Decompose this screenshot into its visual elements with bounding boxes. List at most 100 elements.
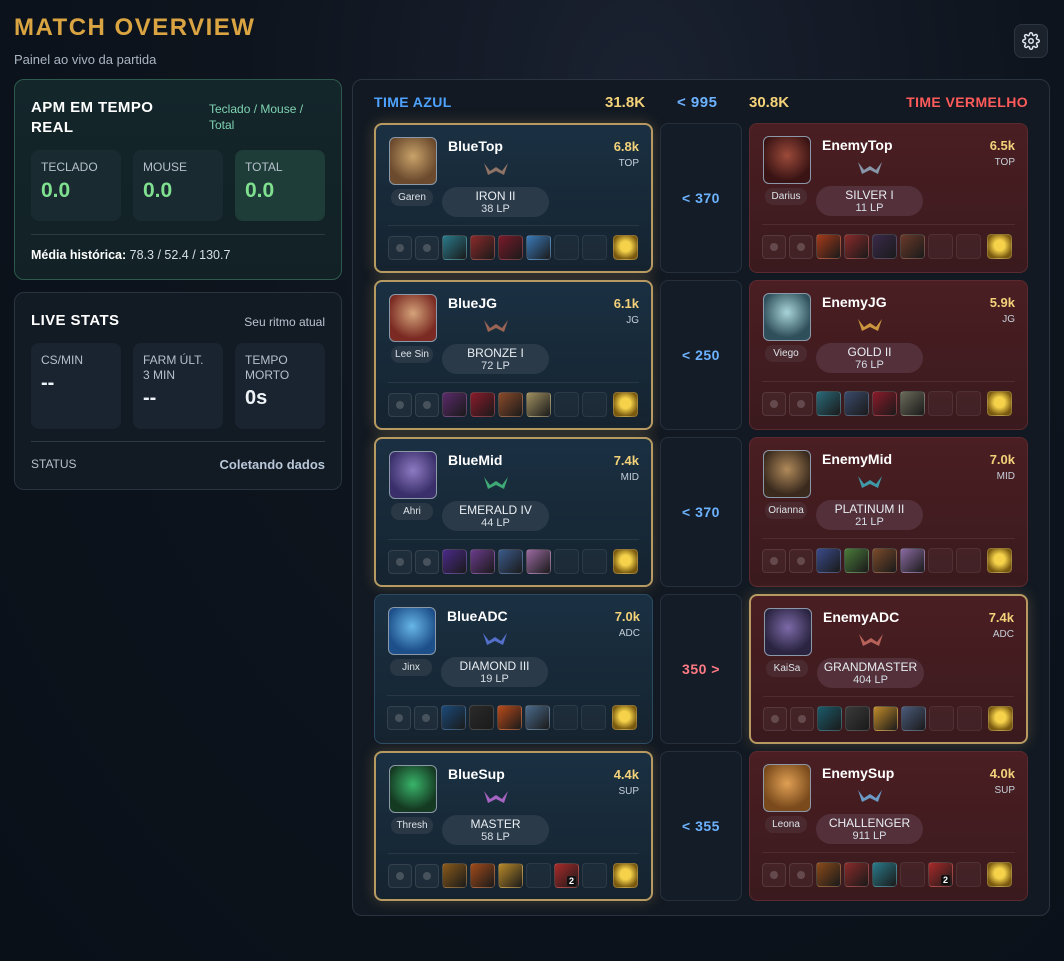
player-role: ADC bbox=[618, 628, 640, 639]
item-icon bbox=[469, 705, 494, 730]
summoner-spell-slot bbox=[388, 863, 412, 888]
empty-item-slot bbox=[928, 391, 953, 416]
stat-label: FARM ÚLT. 3 MIN bbox=[143, 353, 204, 382]
red-player-card[interactable]: Leona EnemySup 4.0k SUP CHALLENGER 911 LP 2 bbox=[749, 751, 1028, 901]
rank-emblem-icon bbox=[484, 477, 508, 489]
player-role: TOP bbox=[618, 158, 639, 169]
divider bbox=[762, 381, 1015, 382]
item-icon bbox=[900, 234, 925, 259]
rank-tier: DIAMOND III bbox=[459, 659, 530, 673]
rank-lp: 19 LP bbox=[480, 673, 509, 685]
summoner-spell-slot bbox=[762, 391, 786, 416]
apm-total-box: TOTAL 0.0 bbox=[235, 150, 325, 221]
champion-name: Viego bbox=[765, 345, 807, 362]
settings-button[interactable] bbox=[1014, 24, 1048, 58]
blue-player-card[interactable]: Lee Sin BlueJG 6.1k JG BRONZE I 72 LP bbox=[374, 280, 653, 430]
champion-portrait bbox=[389, 137, 437, 185]
stat-label: TEMPO MORTO bbox=[245, 353, 290, 382]
champion-name: Jinx bbox=[390, 659, 432, 676]
trinket-icon bbox=[987, 234, 1012, 259]
red-player-card[interactable]: Viego EnemyJG 5.9k JG GOLD II 76 LP bbox=[749, 280, 1028, 430]
item-icon bbox=[442, 235, 467, 260]
empty-item-slot bbox=[928, 548, 953, 573]
item-icon bbox=[900, 391, 925, 416]
live-stats-panel: LIVE STATS Seu ritmo atual CS/MIN -- FAR… bbox=[14, 292, 342, 490]
item-icon bbox=[844, 548, 869, 573]
trinket-icon bbox=[987, 548, 1012, 573]
item-bar bbox=[387, 705, 637, 730]
empty-item-slot bbox=[957, 706, 982, 731]
stat-label: TOTAL bbox=[245, 160, 283, 174]
player-name: EnemySup bbox=[822, 765, 895, 781]
item-icon: 2 bbox=[554, 863, 579, 888]
item-icon bbox=[872, 391, 897, 416]
rank-lp: 58 LP bbox=[481, 831, 510, 843]
blue-player-card[interactable]: Garen BlueTop 6.8k TOP IRON II 38 LP bbox=[374, 123, 653, 273]
stat-value: -- bbox=[41, 372, 55, 394]
rank-lp: 404 LP bbox=[853, 674, 888, 686]
item-icon bbox=[817, 706, 842, 731]
item-bar: 2 bbox=[388, 863, 638, 888]
rank-emblem-icon bbox=[858, 162, 882, 174]
lane-gold-diff: 350 > bbox=[660, 594, 742, 744]
item-icon bbox=[816, 234, 841, 259]
blue-player-card[interactable]: Jinx BlueADC 7.0k ADC DIAMOND III 19 LP bbox=[374, 594, 653, 744]
player-gold: 7.0k bbox=[614, 609, 640, 624]
item-icon bbox=[526, 235, 551, 260]
item-icon bbox=[442, 863, 467, 888]
summoner-spell-slot bbox=[789, 548, 813, 573]
rank-badge: CHALLENGER 911 LP bbox=[816, 814, 923, 844]
rank-tier: GRANDMASTER bbox=[823, 660, 918, 674]
lane-gold-diff: < 370 bbox=[660, 123, 742, 273]
item-icon bbox=[872, 548, 897, 573]
player-gold: 6.5k bbox=[989, 138, 1015, 153]
empty-item-slot bbox=[554, 549, 579, 574]
player-role: ADC bbox=[992, 629, 1014, 640]
rank-tier: SILVER I bbox=[845, 188, 894, 202]
item-icon bbox=[901, 706, 926, 731]
trinket-icon bbox=[612, 705, 637, 730]
item-icon bbox=[470, 235, 495, 260]
player-name: EnemyADC bbox=[823, 609, 900, 625]
red-player-card[interactable]: Darius EnemyTop 6.5k TOP SILVER I 11 LP bbox=[749, 123, 1028, 273]
lane-gold-diff: < 370 bbox=[660, 437, 742, 587]
champion-name: KaiSa bbox=[766, 660, 808, 677]
empty-item-slot bbox=[582, 863, 607, 888]
empty-item-slot bbox=[928, 234, 953, 259]
rank-lp: 911 LP bbox=[852, 830, 887, 842]
empty-item-slot bbox=[554, 392, 579, 417]
rank-emblem-icon bbox=[483, 633, 507, 645]
item-bar bbox=[762, 234, 1012, 259]
player-name: EnemyMid bbox=[822, 451, 893, 467]
item-icon bbox=[845, 706, 870, 731]
stat-value: 0.0 bbox=[245, 179, 275, 202]
player-role: MID bbox=[620, 472, 639, 483]
champion-portrait bbox=[389, 765, 437, 813]
champion-name: Ahri bbox=[391, 503, 433, 520]
divider bbox=[31, 234, 325, 235]
summoner-spell-slot bbox=[415, 235, 439, 260]
empty-item-slot bbox=[956, 234, 981, 259]
player-gold: 6.1k bbox=[613, 296, 639, 311]
summoner-spell-slot bbox=[388, 549, 412, 574]
trinket-icon bbox=[988, 706, 1013, 731]
empty-item-slot bbox=[526, 863, 551, 888]
divider bbox=[762, 852, 1015, 853]
item-bar bbox=[762, 548, 1012, 573]
rank-emblem-icon bbox=[858, 790, 882, 802]
empty-item-slot bbox=[900, 862, 925, 887]
blue-player-card[interactable]: Ahri BlueMid 7.4k MID EMERALD IV 44 LP bbox=[374, 437, 653, 587]
item-icon bbox=[498, 549, 523, 574]
summoner-spell-slot bbox=[415, 863, 439, 888]
item-icon bbox=[498, 392, 523, 417]
blue-player-card[interactable]: Thresh BlueSup 4.4k SUP MASTER 58 LP 2 bbox=[374, 751, 653, 901]
live-stats-hint: Seu ritmo atual bbox=[244, 315, 325, 329]
summoner-spell-slot bbox=[388, 392, 412, 417]
rank-badge: DIAMOND III 19 LP bbox=[441, 657, 548, 687]
champion-portrait bbox=[389, 451, 437, 499]
item-icon bbox=[900, 548, 925, 573]
rank-lp: 21 LP bbox=[855, 516, 884, 528]
red-player-card[interactable]: KaiSa EnemyADC 7.4k ADC GRANDMASTER 404 LP bbox=[749, 594, 1028, 744]
rank-emblem-icon bbox=[484, 163, 508, 175]
red-player-card[interactable]: Orianna EnemyMid 7.0k MID PLATINUM II 21 LP bbox=[749, 437, 1028, 587]
